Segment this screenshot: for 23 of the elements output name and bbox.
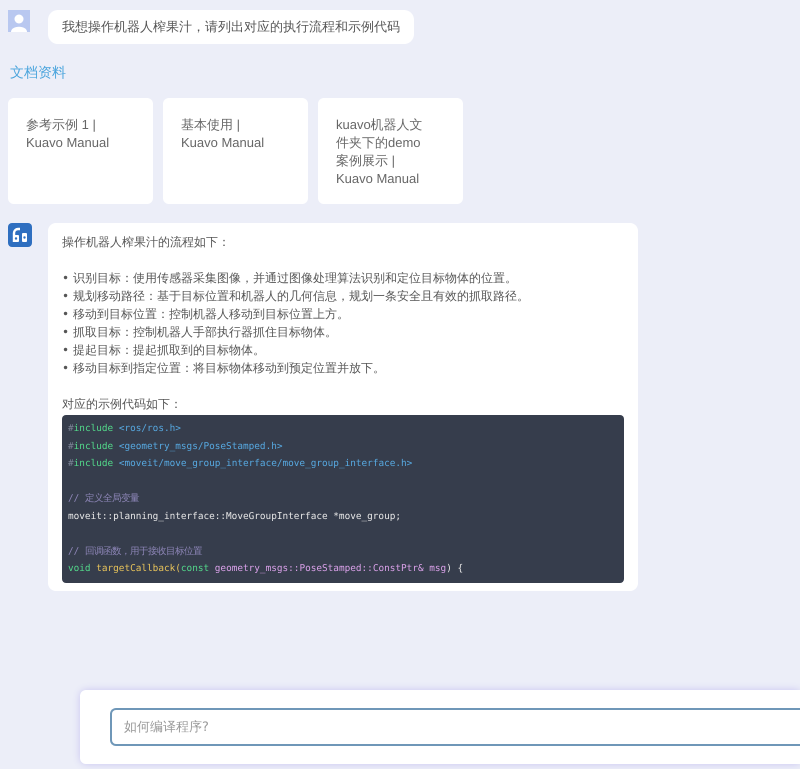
step-item: • 移动目标到指定位置：将目标物体移动到预定位置并放下。 [62,360,386,377]
doc-card[interactable]: kuavo机器人文件夹下的demo案例展示 | Kuavo Manual [318,98,463,204]
code-intro: 对应的示例代码如下： [62,396,183,413]
robot-logo-icon [8,223,32,247]
code-line: moveit::planning_interface::MoveGroupInterface *move_group; [68,510,402,524]
user-avatar-icon [8,10,30,32]
step-item: • 识别目标：使用传感器采集图像，并通过图像处理算法识别和定位目标物体的位置。 [62,270,518,287]
code-line: #include <moveit/move_group_interface/move_group_interface.h> [68,457,414,471]
answer-intro: 操作机器人榨果汁的流程如下： [62,234,231,251]
code-line: // 回调函数，用于接收目标位置 [68,544,203,558]
code-line: // 定义全局变量 [68,492,140,506]
step-item: • 移动到目标位置：控制机器人移动到目标位置上方。 [62,306,350,323]
question-input-field[interactable]: 如何编译程序? [110,708,800,746]
step-item: • 规划移动路径：基于目标位置和机器人的几何信息，规划一条安全且有效的抓取路径。 [62,288,530,305]
code-line: #include <ros/ros.h> [68,422,182,436]
docs-heading: 文档资料 [10,64,67,82]
code-line: #include <geometry_msgs/PoseStamped.h> [68,440,284,454]
doc-card[interactable]: 参考示例 1 | Kuavo Manual [8,98,153,204]
step-item: • 抓取目标：控制机器人手部执行器抓住目标物体。 [62,324,338,341]
code-line: void targetCallback(const geometry_msgs::PoseStamped::ConstPtr& msg) { [68,562,464,576]
doc-card[interactable]: 基本使用 | Kuavo Manual [163,98,308,204]
question-bubble: 我想操作机器人榨果汁，请列出对应的执行流程和示例代码 [48,10,414,44]
step-item: • 提起目标：提起抓取到的目标物体。 [62,342,266,359]
